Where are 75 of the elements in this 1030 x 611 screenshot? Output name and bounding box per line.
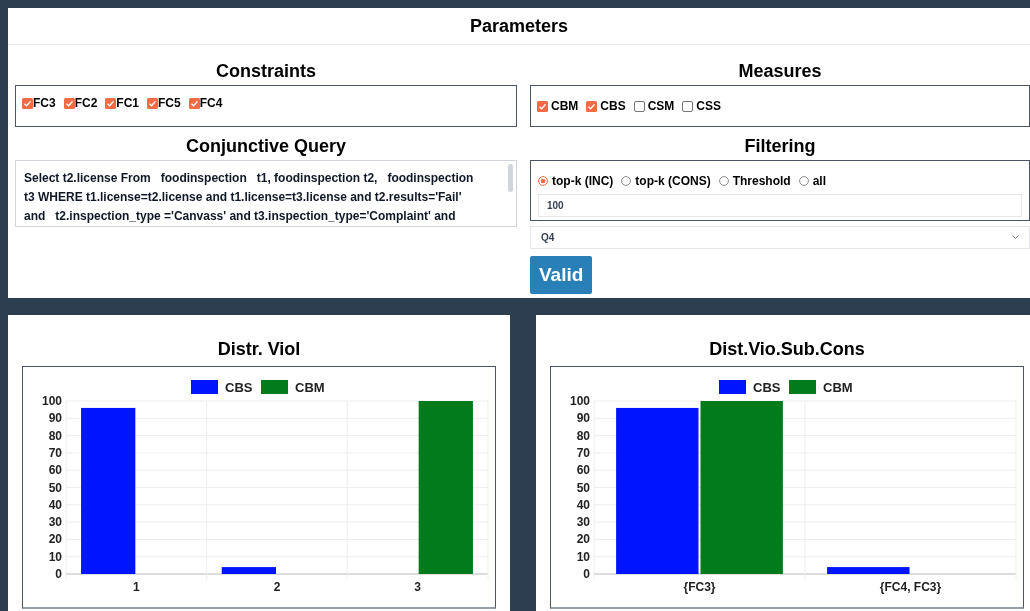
axis-tick-label: {FC4, FC3} [879,580,942,594]
section-title: Constraints [216,60,316,83]
axis-tick-label: 20 [48,532,62,547]
axis-tick-label: 30 [576,515,590,530]
radio-button[interactable] [718,176,729,186]
checkbox-label[interactable]: CBM [551,99,579,113]
checkbox[interactable] [22,97,33,109]
checkbox[interactable] [586,100,598,112]
radio-label[interactable]: all [812,172,826,190]
legend-swatch[interactable] [261,380,288,394]
radio-label[interactable]: top-k (INC) [552,172,614,190]
legend-label[interactable]: CBM [823,379,853,395]
legend-label[interactable]: CBS [225,379,253,395]
axis-tick-label: 80 [48,428,62,443]
radio-button[interactable] [798,176,809,186]
legend-label[interactable]: CBM [295,379,325,395]
axis-tick-label: {FC3} [683,580,716,594]
scrollbar-thumb[interactable] [508,164,513,192]
checkbox[interactable] [105,97,117,109]
chevron-down-icon [1012,235,1019,240]
section-title: Conjunctive Query [186,135,346,158]
section-title: Filtering [744,135,816,158]
axis-tick-label: 1 [133,580,140,594]
axis-tick-label: 80 [576,428,590,443]
radio-label[interactable]: Threshold [732,172,791,190]
bar [221,567,276,574]
legend-label[interactable]: CBS [753,379,781,395]
checkbox-label[interactable]: CBS [600,99,626,113]
legend-swatch[interactable] [191,380,218,394]
radio-label[interactable]: top-k (CONS) [635,172,711,190]
query-select[interactable]: Q4 [530,226,1030,249]
axis-tick-label: 40 [48,497,62,512]
axis-tick-label: 20 [576,532,590,547]
axis-tick-label: 0 [583,567,590,581]
checkbox-label[interactable]: FC5 [158,96,181,110]
checkbox-label[interactable]: CSM [647,99,675,113]
axis-tick-label: 3 [414,580,421,594]
panel-title: Parameters [469,14,569,38]
axis-tick-label: 10 [48,549,62,564]
checkbox[interactable] [63,97,75,109]
axis-tick-label: 40 [576,497,590,512]
radio-button[interactable] [538,176,548,186]
checkbox[interactable] [682,100,694,112]
axis-tick-label: 50 [576,480,590,495]
section-title: Measures [738,60,822,83]
legend-swatch[interactable] [789,380,816,394]
axis-tick-label: 90 [576,411,590,426]
checkbox-label[interactable]: CSS [696,99,722,113]
axis-tick-label: 2 [273,580,281,594]
axis-tick-label: 60 [576,463,590,478]
checkbox-label[interactable]: FC2 [74,96,98,110]
axis-tick-label: 90 [48,411,62,426]
legend-swatch[interactable] [719,380,746,394]
valid-button[interactable]: Valid [530,256,593,294]
axis-tick-label: 30 [48,515,62,530]
checkbox[interactable] [633,100,645,112]
checkbox[interactable] [188,97,200,109]
axis-tick-label: 50 [48,480,62,495]
checkbox-label[interactable]: FC4 [199,96,223,110]
axis-tick-label: 0 [55,567,62,581]
chart-title: Distr. Viol [217,338,301,361]
radio-button[interactable] [621,176,632,186]
chart-title: Dist.Vio.Sub.Cons [709,338,865,361]
axis-tick-label: 70 [576,445,590,460]
checkbox-label[interactable]: FC1 [116,96,139,110]
axis-tick-label: 70 [48,445,62,460]
checkbox-label[interactable]: FC3 [33,96,56,110]
axis-tick-label: 100 [41,394,62,408]
axis-tick-label: 10 [576,549,590,564]
axis-tick-label: 60 [48,463,62,478]
checkbox[interactable] [537,100,548,112]
axis-tick-label: 100 [569,394,590,408]
checkbox[interactable] [147,97,158,109]
number-field[interactable]: 100 [538,194,1022,217]
query-field[interactable]: Select t2.license From foodinspection t1, foodinspection t2, foodinspection t3 WHERE t1.license=t2.license and t1.license=t3.license and t2.results='Fail' and t2.inspection_type ='Canvass' and t3.inspection_type='Complaint' and [15,160,517,227]
